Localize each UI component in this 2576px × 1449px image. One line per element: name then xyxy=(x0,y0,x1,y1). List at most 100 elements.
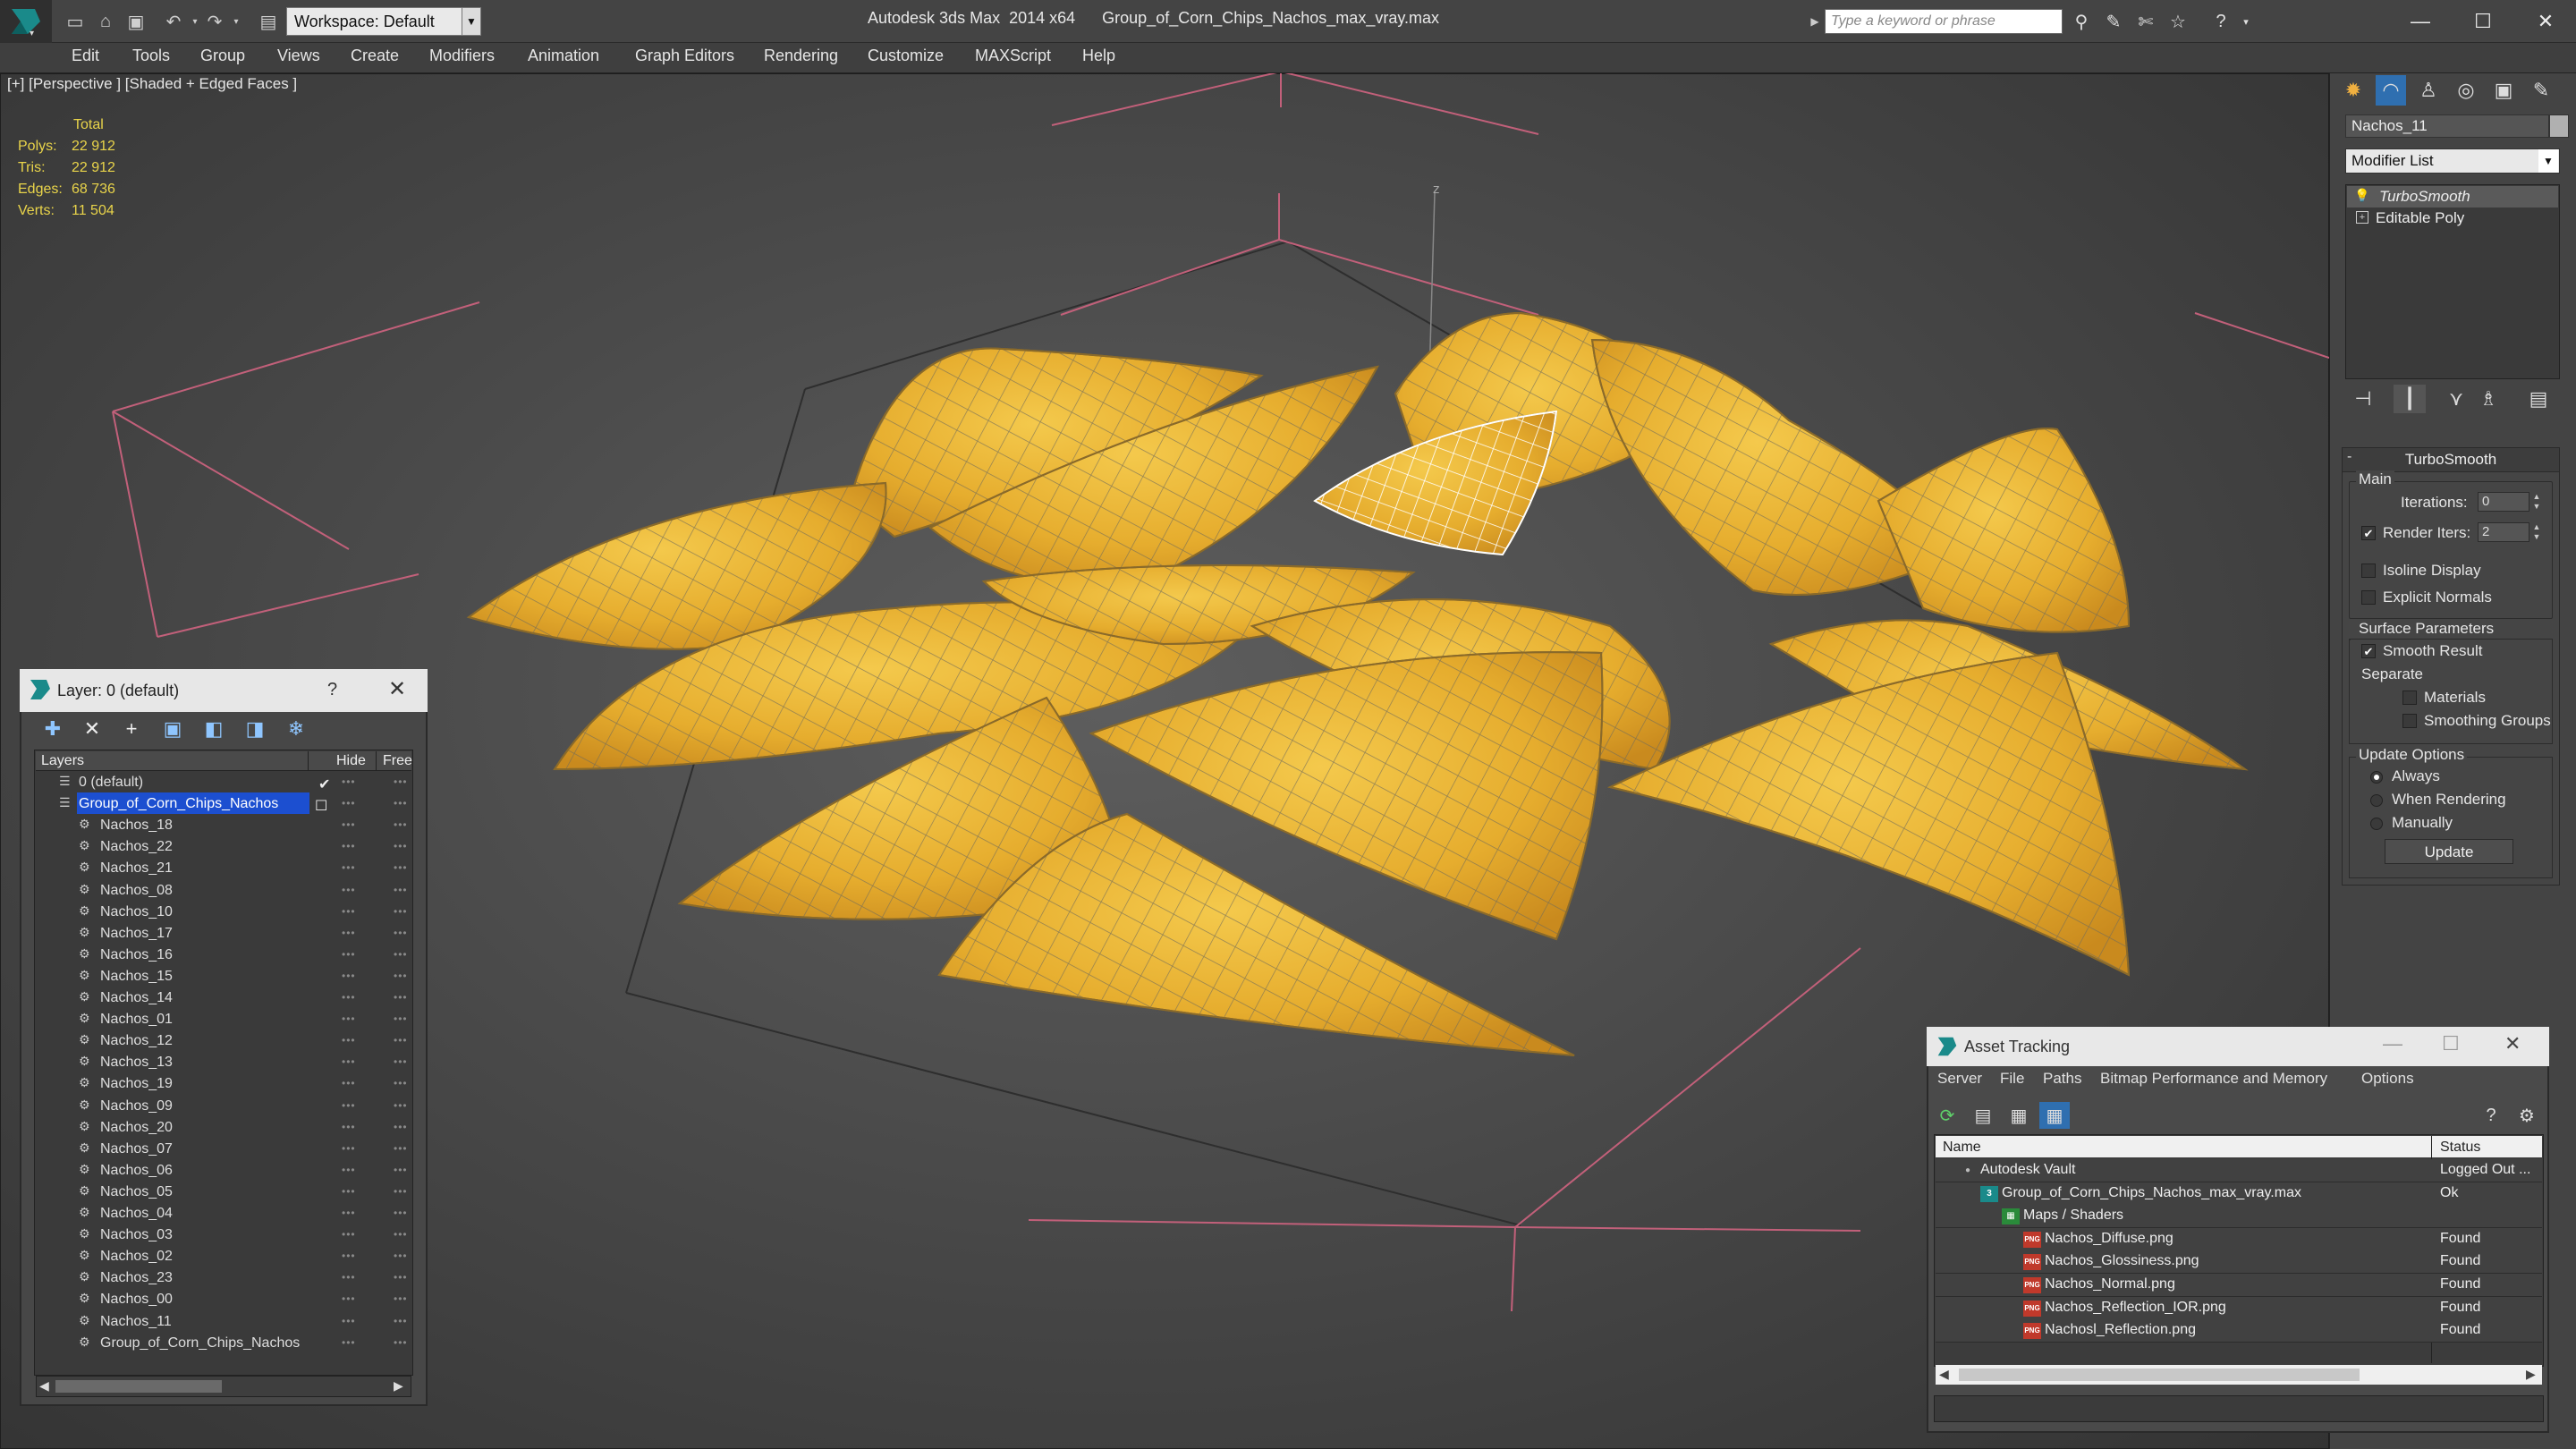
binoculars-icon[interactable]: ⚲ xyxy=(2068,9,2095,34)
object-row[interactable]: ⚙ Nachos_09 ••• ••• xyxy=(36,1097,411,1118)
subscription-icon[interactable]: ✎ xyxy=(2100,9,2127,34)
object-row[interactable]: ⚙ Group_of_Corn_Chips_Nachos ••• ••• xyxy=(36,1334,411,1355)
freeze-toggle[interactable]: ••• xyxy=(394,1099,408,1112)
object-row[interactable]: ⚙ Nachos_10 ••• ••• xyxy=(36,902,411,924)
at-menu-server[interactable]: Server xyxy=(1937,1070,1982,1088)
hide-toggle[interactable]: ••• xyxy=(342,991,356,1004)
close-icon[interactable]: ✕ xyxy=(2504,1032,2521,1055)
at-menu-options[interactable]: Options xyxy=(2361,1070,2414,1088)
object-row[interactable]: ⚙ Nachos_00 ••• ••• xyxy=(36,1290,411,1311)
column-name[interactable]: Name xyxy=(1943,1140,1981,1156)
close-icon[interactable]: ✕ xyxy=(388,676,406,702)
hide-toggle[interactable]: ••• xyxy=(342,1336,356,1349)
hide-toggle[interactable]: ••• xyxy=(342,861,356,874)
smooth-result-checkbox[interactable]: ✔ xyxy=(2361,644,2376,658)
hide-unhide-all-icon[interactable]: ◨ xyxy=(240,716,270,742)
object-row[interactable]: ⚙ Nachos_13 ••• ••• xyxy=(36,1053,411,1074)
layer-row[interactable]: ☰ 0 (default) ••• ••• ✔ xyxy=(36,773,411,794)
hide-toggle[interactable]: ••• xyxy=(342,1292,356,1305)
workspace-dropdown[interactable]: Workspace: Default xyxy=(286,7,481,36)
set-current-layer-icon[interactable]: ☐ xyxy=(315,797,328,815)
help-icon[interactable]: ? xyxy=(2476,1102,2506,1129)
object-row[interactable]: ⚙ Nachos_14 ••• ••• xyxy=(36,988,411,1010)
freeze-toggle[interactable]: ••• xyxy=(394,1164,408,1176)
freeze-unfreeze-all-icon[interactable]: ❄ xyxy=(281,716,311,742)
turbosmooth-rollout-header[interactable]: TurboSmooth xyxy=(2342,447,2560,472)
scroll-right-icon[interactable]: ▶ xyxy=(394,1378,403,1394)
search-input[interactable]: Type a keyword or phrase xyxy=(1825,9,2063,34)
hide-toggle[interactable]: ••• xyxy=(342,1142,356,1155)
help-icon[interactable]: ? xyxy=(2207,9,2234,34)
hide-toggle[interactable]: ••• xyxy=(342,1077,356,1089)
menu-animation[interactable]: Animation xyxy=(528,47,599,65)
freeze-toggle[interactable]: ••• xyxy=(394,970,408,982)
hide-toggle[interactable]: ••• xyxy=(342,1121,356,1133)
table-view-icon[interactable]: ▦ xyxy=(2039,1102,2070,1129)
current-layer-check-icon[interactable]: ✔ xyxy=(318,775,331,793)
render-iters-checkbox[interactable]: ✔ xyxy=(2361,526,2376,540)
communication-center-icon[interactable]: ✄ xyxy=(2132,9,2159,34)
chevron-down-icon[interactable]: ▼ xyxy=(462,7,481,36)
update-button[interactable]: Update xyxy=(2385,839,2513,864)
delete-layer-icon[interactable]: ✕ xyxy=(77,716,107,742)
menu-rendering[interactable]: Rendering xyxy=(764,47,838,65)
create-layer-icon[interactable]: ✚ xyxy=(38,716,68,742)
hide-toggle[interactable]: ••• xyxy=(342,948,356,961)
freeze-toggle[interactable]: ••• xyxy=(394,1336,408,1349)
motion-tab-icon[interactable]: ◎ xyxy=(2451,75,2481,106)
when-rendering-radio[interactable] xyxy=(2370,794,2383,807)
minimize-icon[interactable]: — xyxy=(2394,4,2447,39)
favorites-star-icon[interactable]: ☆ xyxy=(2165,9,2191,34)
object-row[interactable]: ⚙ Nachos_07 ••• ••• xyxy=(36,1140,411,1161)
object-row[interactable]: ⚙ Nachos_04 ••• ••• xyxy=(36,1204,411,1225)
make-unique-icon[interactable]: ⋎ xyxy=(2440,385,2472,413)
freeze-toggle[interactable]: ••• xyxy=(394,905,408,918)
new-file-icon[interactable]: ▭ xyxy=(63,9,88,34)
app-logo-button[interactable]: ▾ xyxy=(0,0,52,43)
column-status[interactable]: Status xyxy=(2440,1140,2480,1156)
minimize-icon[interactable]: — xyxy=(2383,1032,2402,1055)
freeze-toggle[interactable]: ••• xyxy=(394,1121,408,1133)
maximize-icon[interactable]: ☐ xyxy=(2456,4,2510,39)
menu-edit[interactable]: Edit xyxy=(72,47,99,65)
spinner-arrows-icon[interactable]: ▲ ▼ xyxy=(2529,522,2544,542)
hide-toggle[interactable]: ••• xyxy=(342,1271,356,1284)
materials-checkbox[interactable] xyxy=(2402,691,2417,705)
hide-toggle[interactable]: ••• xyxy=(342,1315,356,1327)
object-row[interactable]: ⚙ Nachos_15 ••• ••• xyxy=(36,967,411,988)
object-row[interactable]: ⚙ Nachos_18 ••• ••• xyxy=(36,816,411,837)
manually-radio[interactable] xyxy=(2370,818,2383,830)
menu-views[interactable]: Views xyxy=(277,47,320,65)
utilities-tab-icon[interactable]: ✎ xyxy=(2526,75,2556,106)
remove-modifier-icon[interactable]: ♗ xyxy=(2472,385,2504,413)
freeze-toggle[interactable]: ••• xyxy=(394,1142,408,1155)
hide-toggle[interactable]: ••• xyxy=(342,840,356,852)
hierarchy-tab-icon[interactable]: ♙ xyxy=(2413,75,2444,106)
hide-toggle[interactable]: ••• xyxy=(342,797,356,809)
thumbnail-view-icon[interactable]: ▦ xyxy=(2004,1102,2034,1129)
hide-toggle[interactable]: ••• xyxy=(342,1099,356,1112)
object-row[interactable]: ⚙ Nachos_06 ••• ••• xyxy=(36,1161,411,1182)
hide-toggle[interactable]: ••• xyxy=(342,1185,356,1198)
hide-toggle[interactable]: ••• xyxy=(342,775,356,788)
scroll-right-icon[interactable]: ▶ xyxy=(2526,1367,2536,1382)
menu-tools[interactable]: Tools xyxy=(132,47,170,65)
hide-toggle[interactable]: ••• xyxy=(342,970,356,982)
freeze-toggle[interactable]: ••• xyxy=(394,1034,408,1046)
freeze-toggle[interactable]: ••• xyxy=(394,884,408,896)
scroll-left-icon[interactable]: ◀ xyxy=(1939,1367,1949,1382)
freeze-toggle[interactable]: ••• xyxy=(394,775,408,788)
always-radio[interactable] xyxy=(2370,771,2383,784)
hide-toggle[interactable]: ••• xyxy=(342,1013,356,1025)
scrollbar-thumb[interactable] xyxy=(1959,1368,2360,1381)
hide-toggle[interactable]: ••• xyxy=(342,1055,356,1068)
freeze-toggle[interactable]: ••• xyxy=(394,1013,408,1025)
object-row[interactable]: ⚙ Nachos_21 ••• ••• xyxy=(36,859,411,880)
scroll-left-icon[interactable]: ◀ xyxy=(39,1378,49,1394)
at-menu-file[interactable]: File xyxy=(2000,1070,2024,1088)
refresh-icon[interactable]: ⟳ xyxy=(1932,1102,1962,1129)
column-layers[interactable]: Layers xyxy=(41,753,84,769)
freeze-toggle[interactable]: ••• xyxy=(394,1077,408,1089)
object-row[interactable]: ⚙ Nachos_03 ••• ••• xyxy=(36,1225,411,1247)
scrollbar-thumb[interactable] xyxy=(55,1380,222,1393)
